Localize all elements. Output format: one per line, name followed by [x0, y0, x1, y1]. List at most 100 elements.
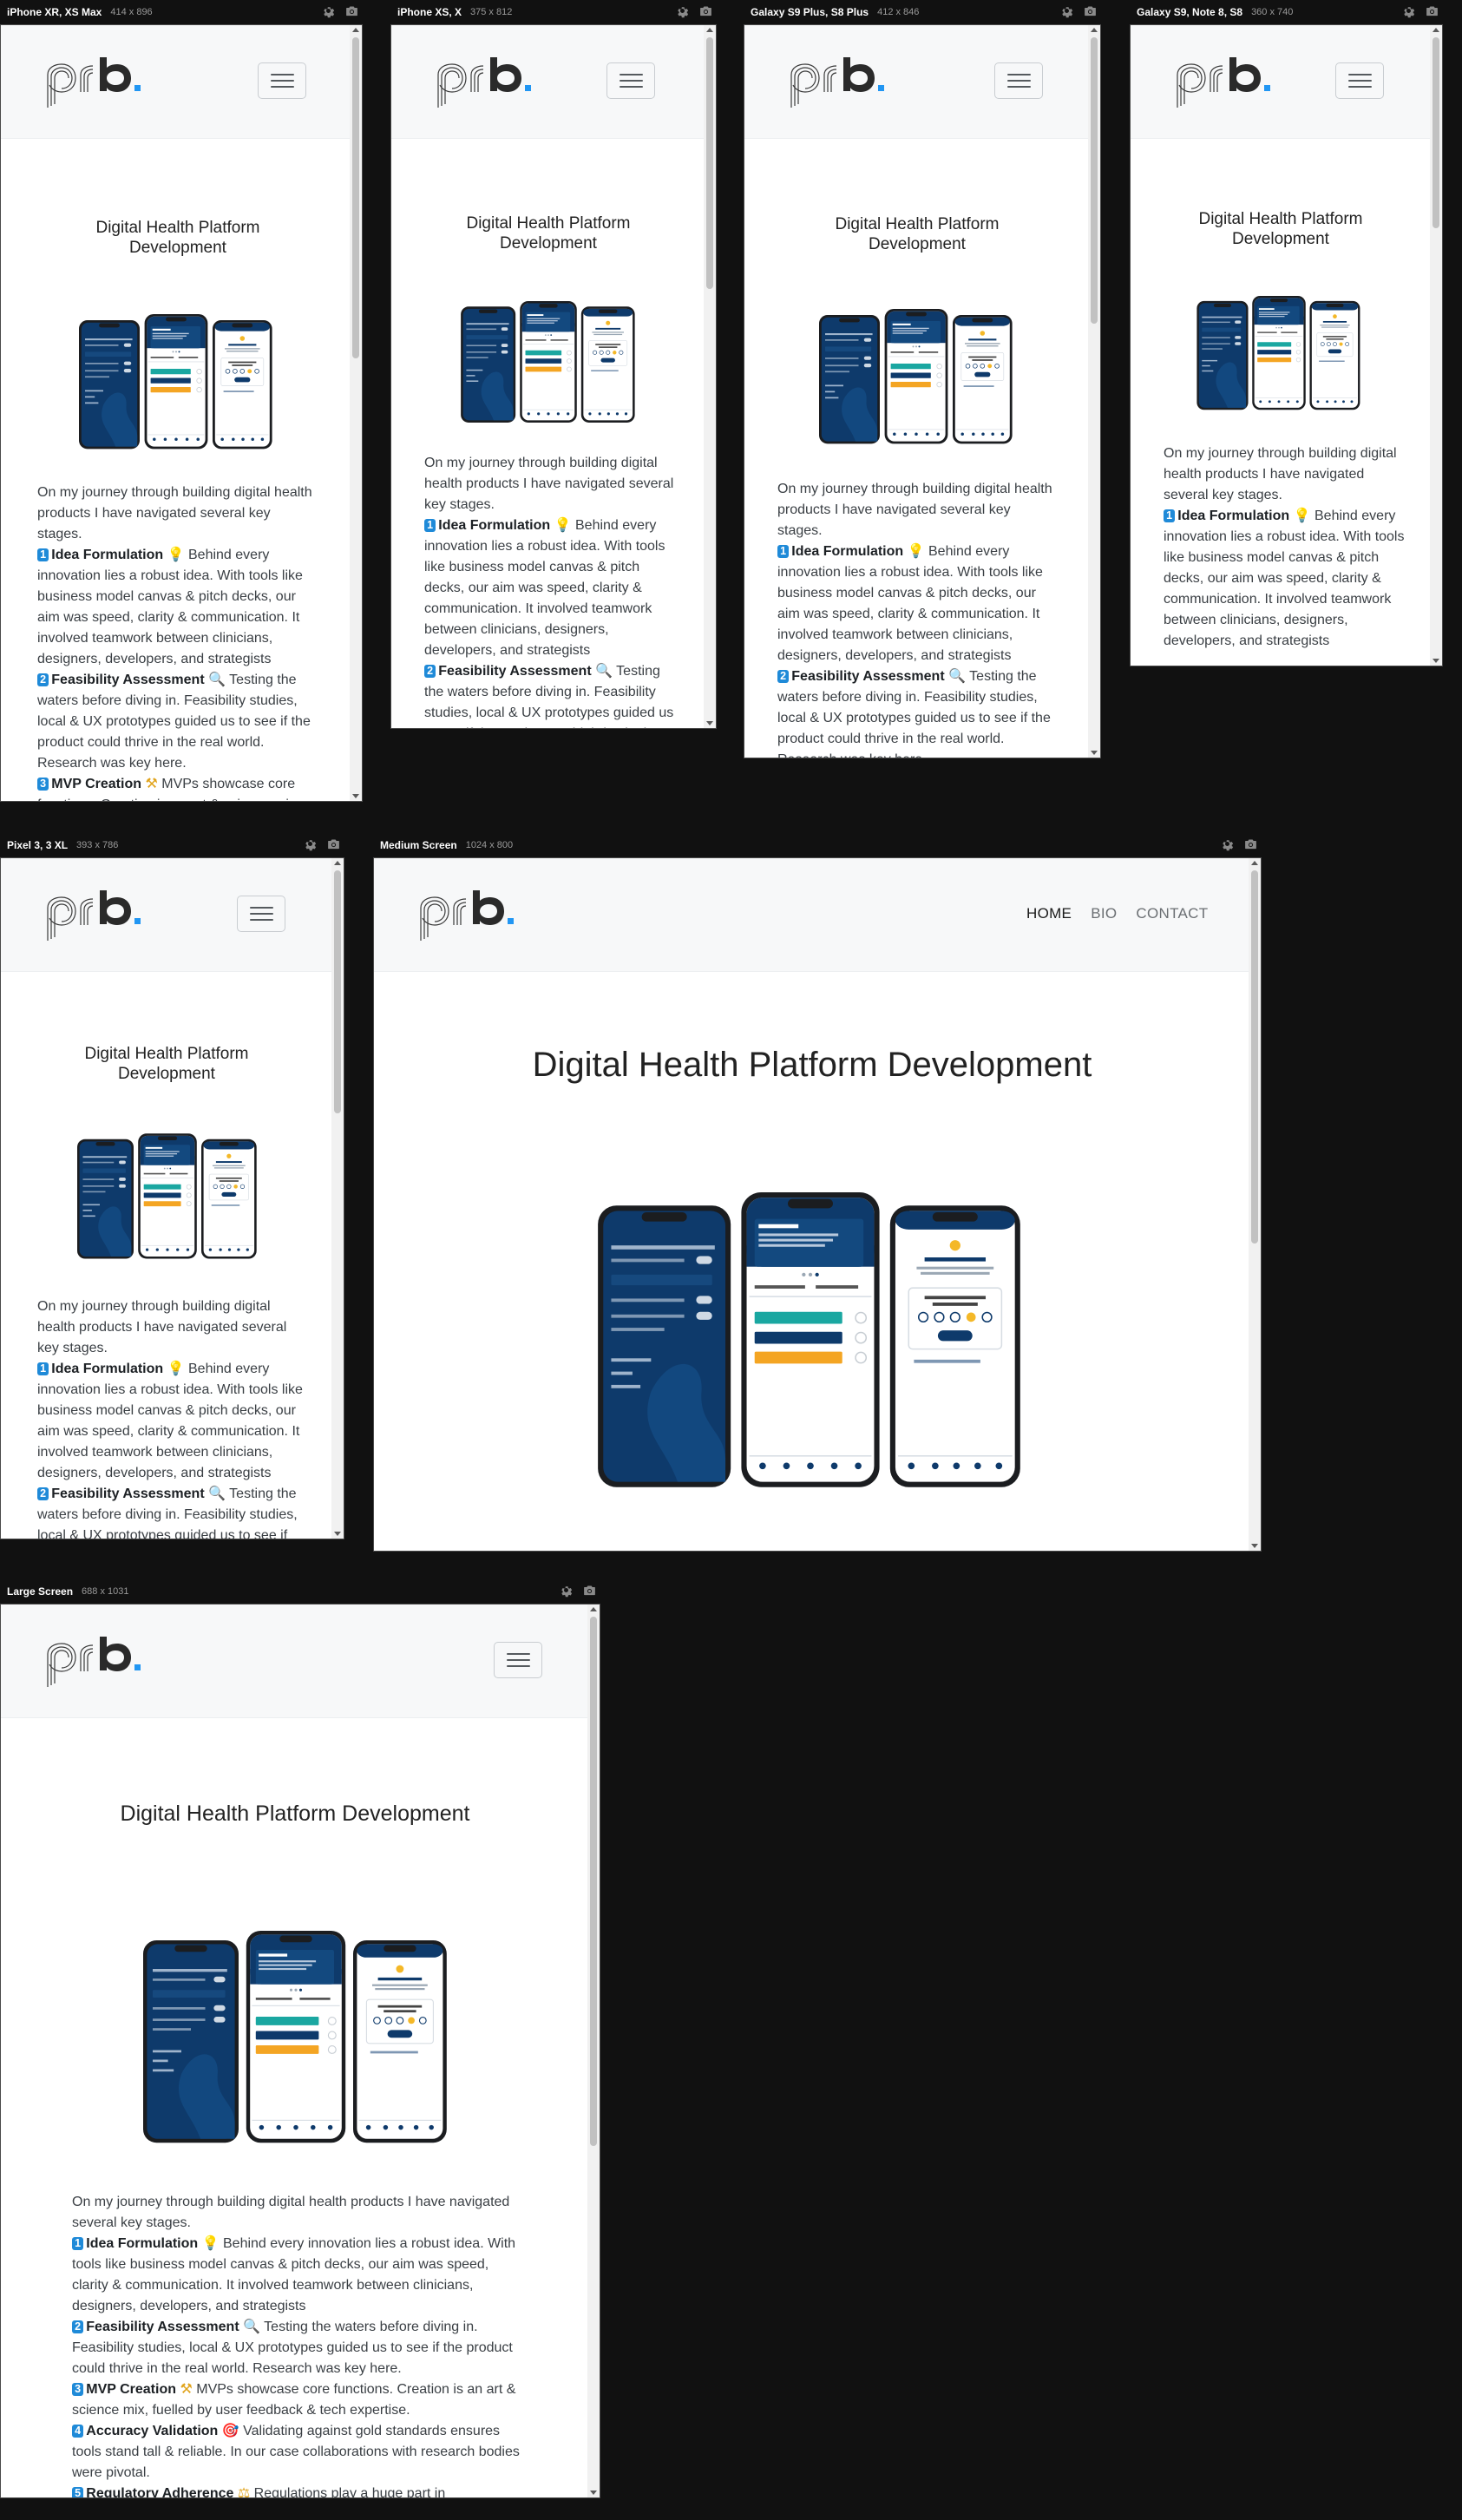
device-name: Galaxy S9 Plus, S8 Plus — [751, 6, 869, 18]
frame-header: iPhone XR, XS Max 414 x 896 — [0, 0, 363, 24]
page-title: Digital Health Platform Development — [1198, 210, 1363, 249]
vertical-scrollbar[interactable] — [1088, 25, 1100, 758]
intro-text: On my journey through building digital h… — [1164, 446, 1397, 502]
article-text: On my journey through building digital h… — [37, 1296, 303, 1539]
gear-icon[interactable] — [1220, 837, 1235, 851]
nav-contact-link[interactable]: CONTACT — [1136, 905, 1208, 922]
page-title: Digital Health Platform Development — [120, 1801, 470, 1826]
article-text: On my journey through building digital h… — [72, 2192, 521, 2497]
site-logo[interactable] — [44, 889, 166, 944]
device-screen: Digital Health Platform Development On m… — [744, 24, 1101, 758]
page-title: Digital Health Platform Development — [466, 214, 631, 253]
site-logo[interactable] — [435, 56, 556, 111]
menu-toggle-button[interactable] — [994, 62, 1043, 99]
stage-5: 5 Regulatory Adherence ⚖ Regulations play… — [72, 2484, 521, 2497]
app-phones-image — [1196, 296, 1361, 414]
stage-2: 2 Feasibility Assessment 🔍 Testing the wa… — [777, 669, 1051, 758]
menu-toggle-button[interactable] — [258, 62, 306, 99]
site-logo[interactable] — [788, 56, 909, 111]
app-phones-image — [79, 314, 273, 454]
site-header — [391, 25, 705, 139]
device-size: 412 x 846 — [877, 7, 920, 17]
vertical-scrollbar[interactable] — [331, 858, 344, 1539]
device-frame-iphone-xr: iPhone XR, XS Max 414 x 896 Digital Heal… — [0, 0, 363, 802]
frame-header: Medium Screen 1024 x 800 — [373, 833, 1262, 857]
device-size: 688 x 1031 — [82, 1586, 129, 1597]
site-header — [1, 1605, 589, 1718]
device-frame-pixel-3: Pixel 3, 3 XL 393 x 786 Digital Health P… — [0, 833, 344, 1539]
menu-toggle-button[interactable] — [1335, 62, 1384, 99]
device-screen: HOME BIO CONTACT Digital Health Platform… — [373, 857, 1262, 1552]
site-header: HOME BIO CONTACT — [374, 858, 1250, 972]
vertical-scrollbar[interactable] — [587, 1605, 600, 2497]
app-phones-image — [461, 301, 636, 427]
vertical-scrollbar[interactable] — [1249, 858, 1261, 1551]
frame-header: Pixel 3, 3 XL 393 x 786 — [0, 833, 344, 857]
device-frame-galaxy-s9: Galaxy S9, Note 8, S8 360 x 740 Digital … — [1130, 0, 1443, 666]
page-title: Digital Health Platform Development — [532, 1046, 1092, 1084]
stage-1: 1 Idea Formulation 💡 Behind every innovat… — [777, 544, 1043, 663]
device-name: iPhone XR, XS Max — [7, 6, 102, 18]
site-logo[interactable] — [44, 1635, 166, 1690]
intro-text: On my journey through building digital h… — [37, 485, 312, 541]
intro-text: On my journey through building digital h… — [777, 482, 1052, 538]
menu-toggle-button[interactable] — [494, 1642, 542, 1678]
stage-2: 2 Feasibility Assessment 🔍 Testing the wa… — [72, 2320, 513, 2376]
camera-icon[interactable] — [344, 3, 359, 18]
nav-home-link[interactable]: HOME — [1026, 905, 1072, 922]
gear-icon[interactable] — [1401, 3, 1416, 18]
page-title: Digital Health Platform Development — [84, 1045, 249, 1084]
site-logo[interactable] — [44, 56, 166, 111]
article-text: On my journey through building digital h… — [37, 482, 317, 801]
stage-1: 1 Idea Formulation 💡 Behind every innovat… — [37, 1362, 303, 1480]
camera-icon[interactable] — [698, 3, 713, 18]
device-screen: Digital Health Platform Development On m… — [390, 24, 717, 729]
stage-1: 1 Idea Formulation 💡 Behind every innovat… — [37, 548, 303, 666]
device-size: 375 x 812 — [470, 7, 513, 17]
gear-icon[interactable] — [1059, 3, 1074, 18]
stage-4: 4 Accuracy Validation 🎯 Validating agains… — [72, 2424, 520, 2480]
device-size: 414 x 896 — [110, 7, 153, 17]
device-frame-large-screen: Large Screen 688 x 1031 Digital Health P… — [0, 1579, 600, 2498]
camera-icon[interactable] — [1425, 3, 1439, 18]
gear-icon[interactable] — [675, 3, 690, 18]
device-name: Pixel 3, 3 XL — [7, 839, 69, 851]
camera-icon[interactable] — [326, 837, 341, 851]
intro-text: On my journey through building digital h… — [37, 1299, 287, 1355]
device-screen: Digital Health Platform Development On m… — [1130, 24, 1443, 666]
stage-3: 3MVP Creation ⚒ MVPs showcase core funct… — [72, 2382, 516, 2418]
device-name: Medium Screen — [380, 839, 457, 851]
app-phones-image — [598, 1192, 1023, 1498]
gear-icon[interactable] — [303, 837, 318, 851]
stage-1: 1 Idea Formulation 💡 Behind every innovat… — [72, 2236, 516, 2313]
app-phones-image — [77, 1133, 258, 1263]
site-logo[interactable] — [417, 889, 539, 944]
camera-icon[interactable] — [582, 1583, 597, 1598]
stage-2: 2 Feasibility Assessment 🔍 Testing the wa… — [424, 664, 674, 728]
frame-header: Galaxy S9, Note 8, S8 360 x 740 — [1130, 0, 1443, 24]
stage-3: 3MVP Creation ⚒ MVPs showcase core funct… — [37, 774, 317, 801]
camera-icon[interactable] — [1243, 837, 1258, 851]
gear-icon[interactable] — [559, 1583, 574, 1598]
article-text: On my journey through building digital h… — [424, 453, 678, 728]
stage-1: 1 Idea Formulation 💡 Behind every innovat… — [424, 518, 665, 658]
device-name: Large Screen — [7, 1585, 74, 1598]
camera-icon[interactable] — [1083, 3, 1098, 18]
vertical-scrollbar[interactable] — [704, 25, 716, 728]
site-logo[interactable] — [1174, 56, 1295, 111]
page-title: Digital Health Platform Development — [835, 215, 1000, 254]
article-text: On my journey through building digital h… — [1164, 443, 1408, 652]
nav-bio-link[interactable]: BIO — [1091, 905, 1117, 922]
vertical-scrollbar[interactable] — [350, 25, 362, 801]
device-screen: Digital Health Platform Development On m… — [0, 1604, 600, 2498]
menu-toggle-button[interactable] — [606, 62, 655, 99]
gear-icon[interactable] — [321, 3, 336, 18]
device-screen: Digital Health Platform Development On m… — [0, 24, 363, 802]
stage-2: 2 Feasibility Assessment 🔍 Testing the wa… — [37, 1486, 298, 1539]
intro-text: On my journey through building digital h… — [424, 456, 674, 512]
vertical-scrollbar[interactable] — [1430, 25, 1442, 666]
stage-1: 1 Idea Formulation 💡 Behind every innovat… — [1164, 509, 1405, 648]
device-frame-iphone-xs: iPhone XS, X 375 x 812 Digital Health Pl… — [390, 0, 717, 729]
menu-toggle-button[interactable] — [237, 896, 285, 932]
stage-2: 2 Feasibility Assessment 🔍 Testing the wa… — [37, 673, 311, 771]
